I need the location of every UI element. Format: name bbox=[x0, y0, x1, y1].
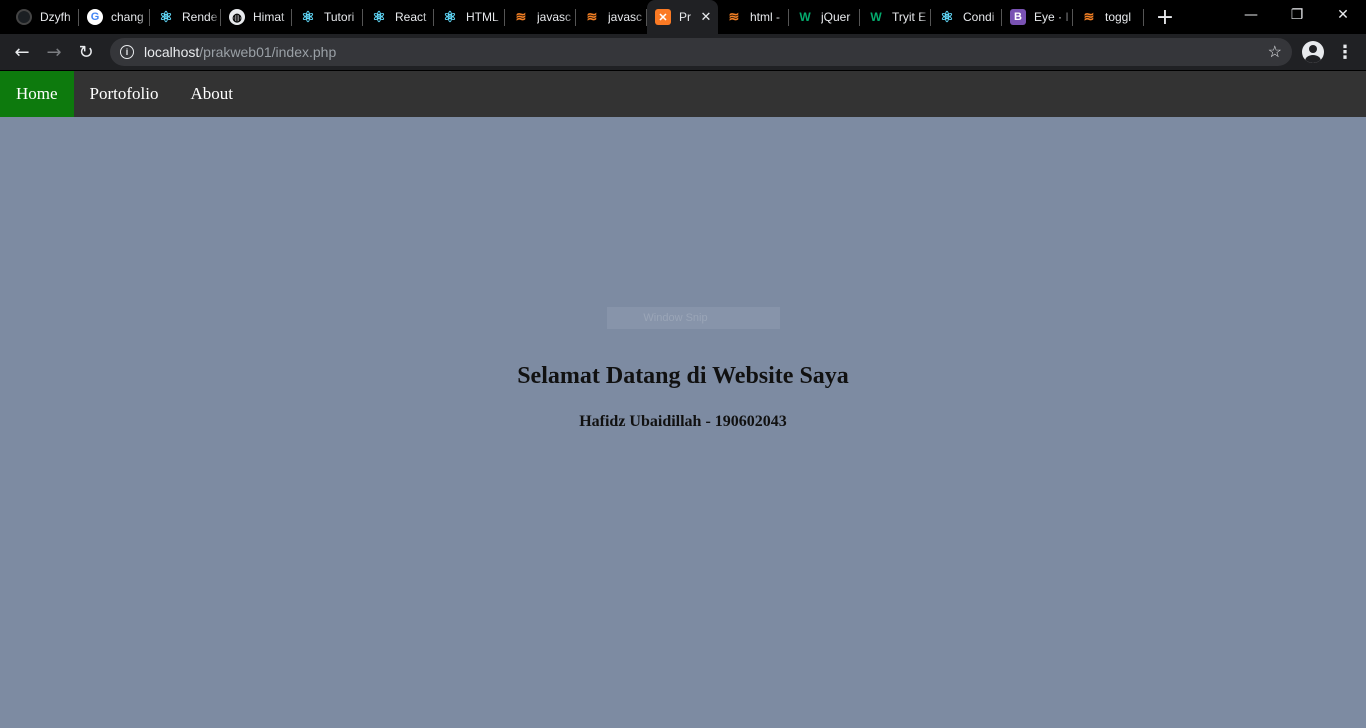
browser-tab[interactable]: ⚛ React bbox=[363, 0, 434, 34]
browser-tab-strip: Dzyfh Gchang ⚛ Rende ◍ Himat ⚛ Tutori ⚛ React ⚛ HTM… bbox=[0, 0, 1366, 34]
browser-tab[interactable]: W Tryit E bbox=[860, 0, 931, 34]
browser-tab[interactable]: ⚛ Rende bbox=[150, 0, 221, 34]
tab-title: toggl bbox=[1105, 10, 1132, 24]
google-icon: G bbox=[87, 9, 103, 25]
bookmark-star-icon[interactable]: ☆ bbox=[1268, 42, 1282, 62]
browser-menu-icon[interactable]: ⋮ bbox=[1330, 42, 1360, 63]
back-button[interactable]: ← bbox=[6, 36, 38, 68]
info-icon[interactable]: i bbox=[120, 45, 134, 59]
tab-list: Dzyfh Gchang ⚛ Rende ◍ Himat ⚛ Tutori ⚛ React ⚛ HTM… bbox=[0, 0, 1144, 34]
tab-title: javasc bbox=[608, 10, 643, 24]
nav-home-link[interactable]: Home bbox=[0, 71, 74, 117]
browser-tab[interactable]: ≋ html - bbox=[718, 0, 789, 34]
tab-title: Tutori bbox=[324, 10, 355, 24]
browser-toolbar: ← → ↻ i localhost/prakweb01/index.php ☆ … bbox=[0, 34, 1366, 71]
window-snip-overlay: Window Snip bbox=[607, 307, 780, 329]
site-nav: Home Portofolio About bbox=[0, 71, 1366, 117]
tab-title: jQuer bbox=[821, 10, 851, 24]
browser-tab[interactable]: WjQuer bbox=[789, 0, 860, 34]
react-icon: ⚛ bbox=[301, 9, 315, 26]
url-host: localhost bbox=[144, 44, 200, 60]
browser-tab[interactable]: ✕ Pr ✕ bbox=[647, 0, 718, 34]
tab-title: Rende bbox=[182, 10, 218, 24]
browser-tab[interactable]: ≋ javasc bbox=[576, 0, 647, 34]
window-controls: — ❐ ✕ bbox=[1228, 0, 1366, 34]
browser-tab[interactable]: ⚛ Tutori bbox=[292, 0, 363, 34]
react-icon: ⚛ bbox=[372, 9, 386, 26]
minimize-button[interactable]: — bbox=[1228, 0, 1274, 30]
tab-title: React bbox=[395, 10, 427, 24]
browser-tab[interactable]: ⚛ Condi bbox=[931, 0, 1002, 34]
restore-button[interactable]: ❐ bbox=[1274, 0, 1320, 30]
tab-title: Condi bbox=[963, 10, 995, 24]
tab-title: HTML bbox=[466, 10, 499, 24]
browser-tab[interactable]: B Eye · I bbox=[1002, 0, 1073, 34]
browser-tab[interactable]: Dzyfh bbox=[8, 0, 79, 34]
new-tab-button[interactable]: + bbox=[1150, 0, 1180, 34]
page-subtitle: Hafidz Ubaidillah - 190602043 bbox=[579, 413, 787, 430]
nav-portofolio-link[interactable]: Portofolio bbox=[74, 71, 175, 117]
stackoverflow-icon: ≋ bbox=[586, 9, 598, 24]
tab-title: Tryit E bbox=[892, 10, 927, 24]
tab-title: chang bbox=[111, 10, 144, 24]
browser-tab[interactable]: Gchang bbox=[79, 0, 150, 34]
tab-title: Dzyfh bbox=[40, 10, 71, 24]
stackoverflow-icon: ≋ bbox=[728, 9, 740, 24]
reload-button[interactable]: ↻ bbox=[70, 36, 102, 68]
tab-title: Eye · I bbox=[1034, 10, 1069, 24]
bootstrap-icon: B bbox=[1010, 9, 1026, 25]
tab-title: javasc bbox=[537, 10, 572, 24]
xampp-icon: ✕ bbox=[655, 9, 671, 25]
forward-button[interactable]: → bbox=[38, 36, 70, 68]
w3schools-icon: W bbox=[799, 10, 811, 24]
main-content: Window Snip Selamat Datang di Website Sa… bbox=[0, 117, 1366, 728]
browser-tab[interactable]: ≋ javasc bbox=[505, 0, 576, 34]
address-bar[interactable]: i localhost/prakweb01/index.php ☆ bbox=[110, 38, 1292, 66]
tab-title: html - bbox=[750, 10, 780, 24]
close-window-button[interactable]: ✕ bbox=[1320, 0, 1366, 30]
profile-avatar-icon[interactable] bbox=[1302, 41, 1324, 63]
stackoverflow-icon: ≋ bbox=[1083, 9, 1095, 24]
tab-title: Himat bbox=[253, 10, 285, 24]
stackoverflow-icon: ≋ bbox=[515, 9, 527, 24]
tab-title: Pr bbox=[679, 10, 691, 24]
url-path: /prakweb01/index.php bbox=[199, 44, 337, 60]
w3schools-icon: W bbox=[870, 10, 882, 24]
globe-icon: ◍ bbox=[229, 9, 245, 25]
react-icon: ⚛ bbox=[159, 9, 173, 26]
github-icon bbox=[16, 9, 32, 25]
nav-about-link[interactable]: About bbox=[175, 71, 250, 117]
browser-tab[interactable]: ≋ toggl bbox=[1073, 0, 1144, 34]
react-icon: ⚛ bbox=[940, 9, 954, 26]
page-title: Selamat Datang di Website Saya bbox=[517, 363, 849, 389]
tab-close-icon[interactable]: ✕ bbox=[698, 9, 714, 25]
react-icon: ⚛ bbox=[443, 9, 457, 26]
browser-tab[interactable]: ◍ Himat bbox=[221, 0, 292, 34]
browser-tab[interactable]: ⚛ HTML bbox=[434, 0, 505, 34]
